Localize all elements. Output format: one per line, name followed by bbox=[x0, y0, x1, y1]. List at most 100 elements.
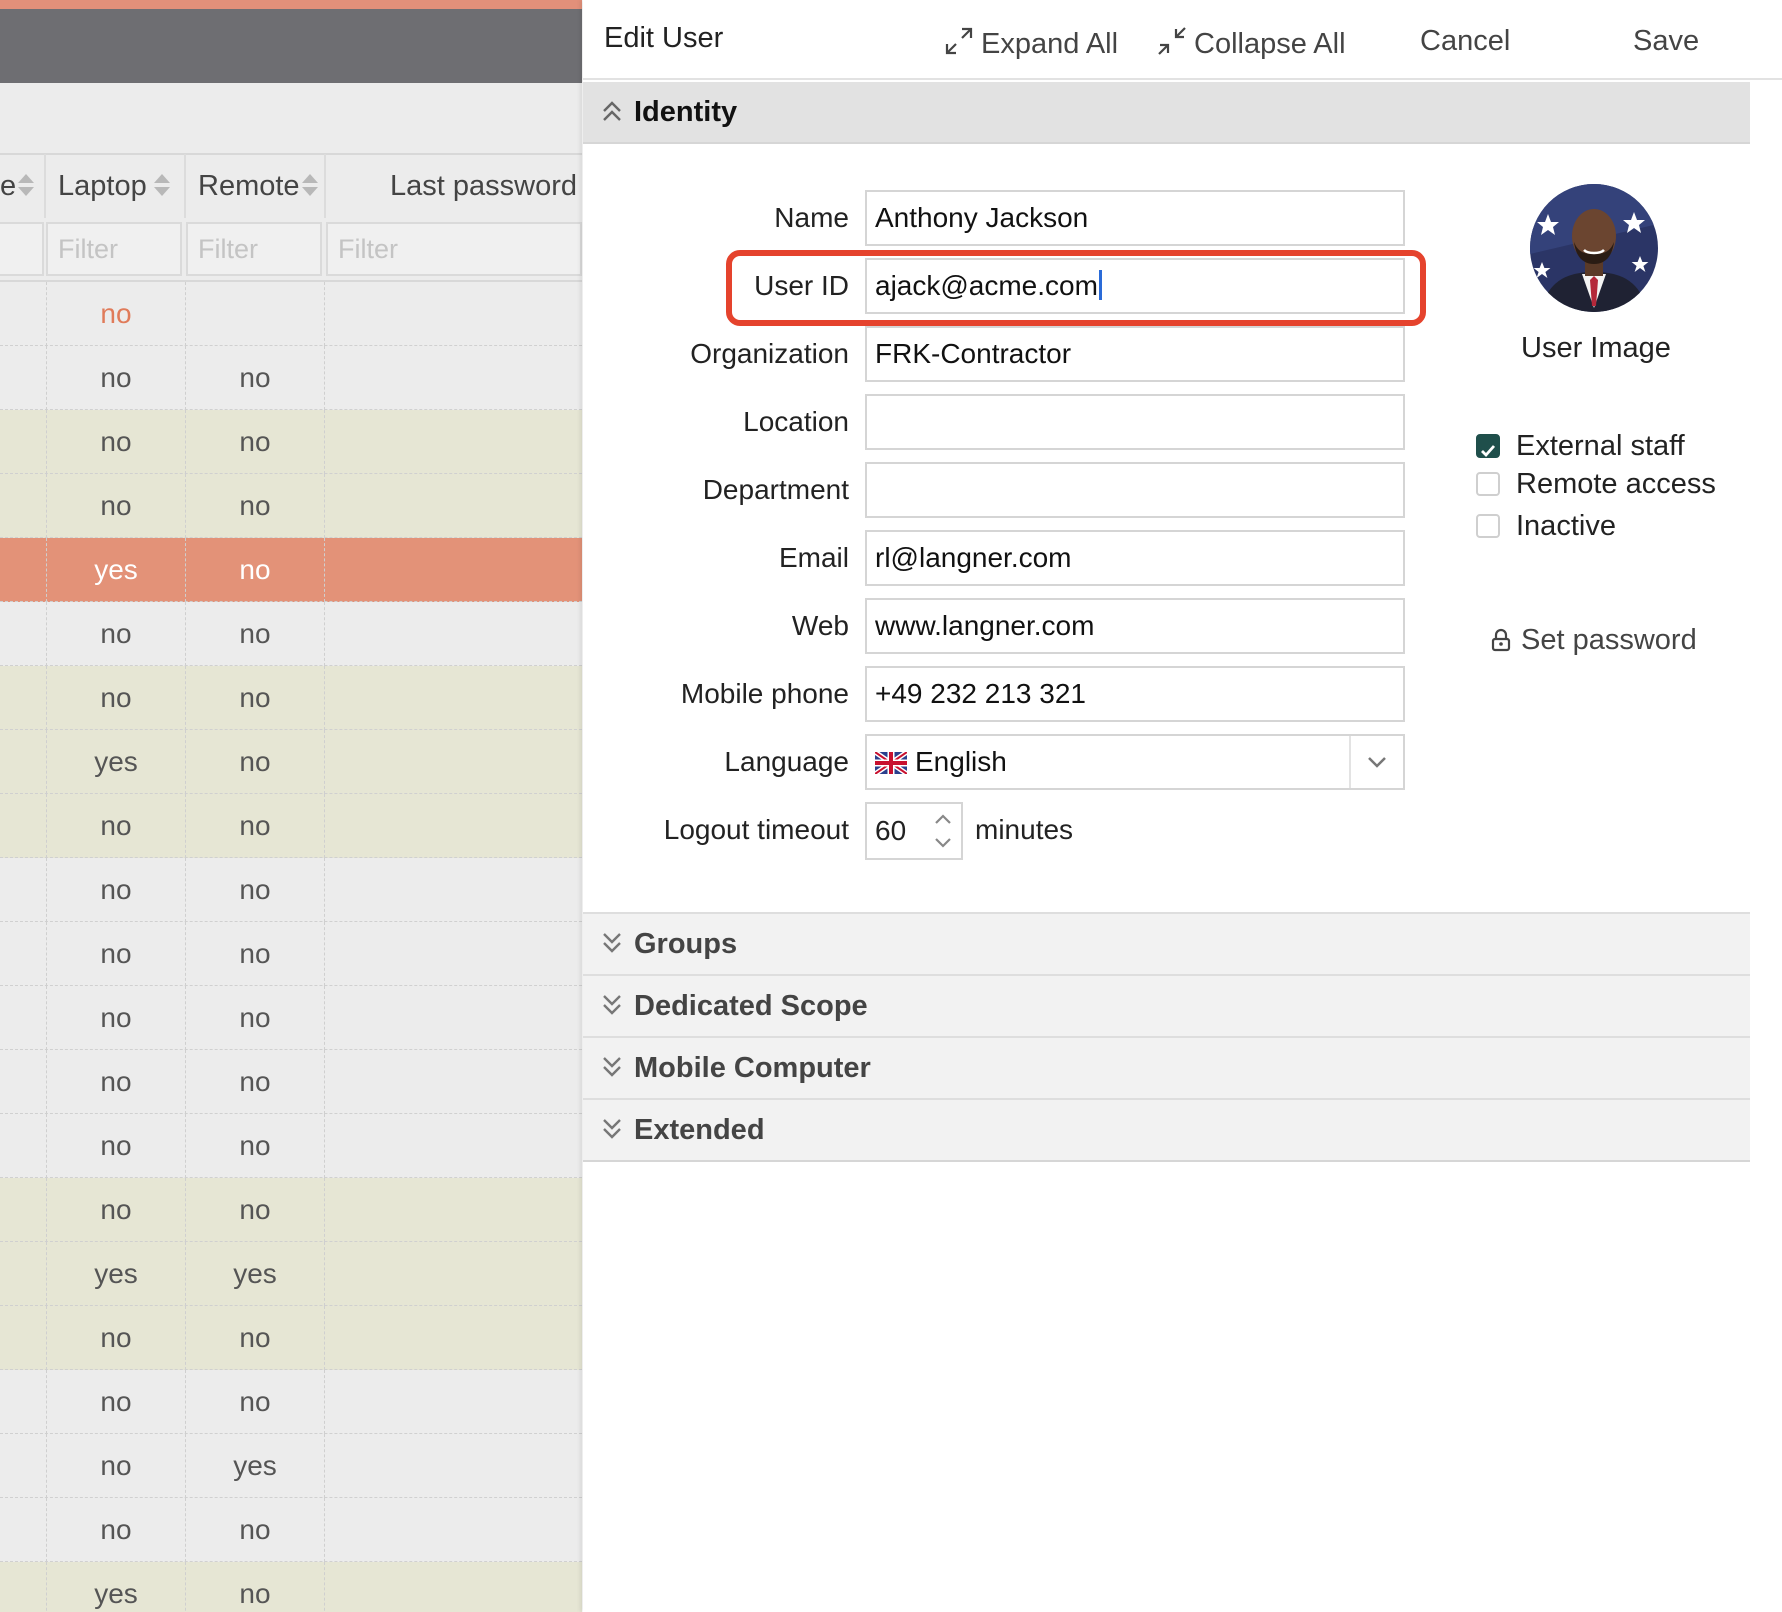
section-title: Groups bbox=[634, 928, 738, 960]
location-field[interactable] bbox=[865, 394, 1405, 450]
section-extended-header[interactable]: Extended bbox=[583, 1098, 1750, 1162]
table-row[interactable]: no no bbox=[0, 346, 582, 410]
remote-cell: no bbox=[186, 1050, 325, 1114]
table-row[interactable]: yes yes bbox=[0, 1242, 582, 1306]
table-row[interactable]: no no bbox=[0, 986, 582, 1050]
filter-input-last-password[interactable]: Filter bbox=[326, 222, 582, 276]
save-button[interactable]: Save bbox=[1633, 25, 1699, 58]
table-row[interactable]: yes no bbox=[0, 730, 582, 794]
sort-icon[interactable] bbox=[154, 174, 170, 198]
sort-icon[interactable] bbox=[18, 174, 34, 198]
laptop-cell: no bbox=[46, 474, 186, 538]
web-field[interactable]: www.langner.com bbox=[865, 598, 1405, 654]
remote-cell: no bbox=[186, 1306, 325, 1370]
laptop-cell: no bbox=[46, 1498, 186, 1562]
user-grid: e Laptop Remote Last password Filter Fil… bbox=[0, 0, 582, 1612]
organization-label: Organization bbox=[690, 338, 849, 369]
organization-field[interactable]: FRK-Contractor bbox=[865, 326, 1405, 382]
cancel-button[interactable]: Cancel bbox=[1420, 25, 1510, 58]
panel-title: Edit User bbox=[604, 22, 724, 54]
set-password-label: Set password bbox=[1521, 624, 1697, 656]
table-row[interactable]: no no bbox=[0, 858, 582, 922]
table-row[interactable]: yes no bbox=[0, 538, 582, 602]
remote-cell: no bbox=[186, 602, 325, 666]
table-row[interactable]: no no bbox=[0, 1498, 582, 1562]
field-row-mobile-phone: Mobile phone +49 232 213 321 bbox=[583, 666, 1782, 728]
department-field[interactable] bbox=[865, 462, 1405, 518]
table-row[interactable]: no no bbox=[0, 1050, 582, 1114]
checkbox-unchecked[interactable] bbox=[1476, 514, 1500, 538]
user-image-label: User Image bbox=[1521, 332, 1671, 364]
laptop-cell: yes bbox=[46, 538, 186, 602]
chevron-down-icon[interactable] bbox=[1349, 736, 1403, 788]
expand-icon bbox=[945, 27, 973, 55]
checkbox-unchecked[interactable] bbox=[1476, 472, 1500, 496]
column-header-last-password[interactable]: Last password bbox=[326, 154, 582, 218]
user-photo bbox=[1530, 184, 1658, 312]
logout-timeout-stepper[interactable]: 60 bbox=[865, 802, 963, 860]
chevron-double-down-icon bbox=[603, 1119, 621, 1139]
table-row[interactable]: no no bbox=[0, 1306, 582, 1370]
accent-strip bbox=[0, 0, 582, 9]
filter-input-remote[interactable]: Filter bbox=[186, 222, 322, 276]
section-title: Dedicated Scope bbox=[634, 990, 868, 1022]
column-header-label: Last password bbox=[390, 170, 577, 202]
table-row[interactable]: no no bbox=[0, 410, 582, 474]
remote-cell: no bbox=[186, 538, 325, 602]
table-row[interactable]: no no bbox=[0, 1114, 582, 1178]
language-select[interactable]: English bbox=[865, 734, 1405, 790]
section-dedicated-scope-header[interactable]: Dedicated Scope bbox=[583, 974, 1750, 1038]
expand-all-button[interactable]: Expand All bbox=[943, 25, 1118, 61]
chevron-up-icon[interactable] bbox=[931, 808, 955, 830]
table-row[interactable]: no yes bbox=[0, 1434, 582, 1498]
column-header-remote[interactable]: Remote bbox=[186, 154, 326, 218]
uk-flag-icon bbox=[875, 752, 907, 774]
sort-icon[interactable] bbox=[302, 174, 318, 198]
table-row[interactable]: no no bbox=[0, 794, 582, 858]
laptop-cell: yes bbox=[46, 730, 186, 794]
logout-timeout-value: 60 bbox=[875, 815, 907, 846]
collapse-all-button[interactable]: Collapse All bbox=[1156, 25, 1346, 61]
table-row[interactable]: no no bbox=[0, 1370, 582, 1434]
web-label: Web bbox=[791, 610, 849, 641]
laptop-cell: no bbox=[46, 666, 186, 730]
user-avatar[interactable] bbox=[1530, 184, 1658, 312]
column-header-laptop[interactable]: Laptop bbox=[46, 154, 186, 218]
table-row[interactable]: yes no bbox=[0, 1562, 582, 1612]
mobile-phone-field[interactable]: +49 232 213 321 bbox=[865, 666, 1405, 722]
laptop-cell: yes bbox=[46, 1242, 186, 1306]
filter-row: Filter Filter Filter bbox=[0, 218, 582, 282]
filter-input-partial[interactable] bbox=[0, 222, 44, 276]
filter-input-laptop[interactable]: Filter bbox=[46, 222, 182, 276]
lock-icon bbox=[1491, 628, 1511, 652]
name-field[interactable]: Anthony Jackson bbox=[865, 190, 1405, 246]
table-row[interactable]: no no bbox=[0, 602, 582, 666]
laptop-cell: no bbox=[46, 986, 186, 1050]
table-row[interactable]: no no bbox=[0, 474, 582, 538]
chevron-down-icon[interactable] bbox=[931, 832, 955, 854]
remote-cell: no bbox=[186, 1498, 325, 1562]
table-row[interactable]: no bbox=[0, 282, 582, 346]
chevron-double-down-icon bbox=[603, 933, 621, 953]
field-row-logout-timeout: Logout timeout 60 minutes bbox=[583, 802, 1782, 864]
user-id-highlight bbox=[726, 250, 1426, 326]
section-mobile-computer-header[interactable]: Mobile Computer bbox=[583, 1036, 1750, 1100]
laptop-cell: no bbox=[46, 602, 186, 666]
column-header-partial[interactable]: e bbox=[0, 154, 46, 218]
column-header-label: Laptop bbox=[58, 170, 147, 202]
chevron-double-up-icon bbox=[603, 101, 621, 121]
expand-all-label: Expand All bbox=[981, 28, 1119, 60]
table-row[interactable]: no no bbox=[0, 1178, 582, 1242]
section-identity-header[interactable]: Identity bbox=[583, 82, 1750, 144]
table-row[interactable]: no no bbox=[0, 922, 582, 986]
checkbox-checked[interactable] bbox=[1476, 434, 1500, 458]
email-field[interactable]: rl@langner.com bbox=[865, 530, 1405, 586]
section-groups-header[interactable]: Groups bbox=[583, 912, 1750, 976]
remote-cell: yes bbox=[186, 1434, 325, 1498]
department-label: Department bbox=[702, 474, 849, 505]
table-row[interactable]: no no bbox=[0, 666, 582, 730]
checkbox-label: Remote access bbox=[1516, 468, 1716, 500]
chevron-double-down-icon bbox=[603, 995, 621, 1015]
set-password-button[interactable]: Set password bbox=[1491, 624, 1697, 657]
section-title: Identity bbox=[634, 96, 738, 128]
